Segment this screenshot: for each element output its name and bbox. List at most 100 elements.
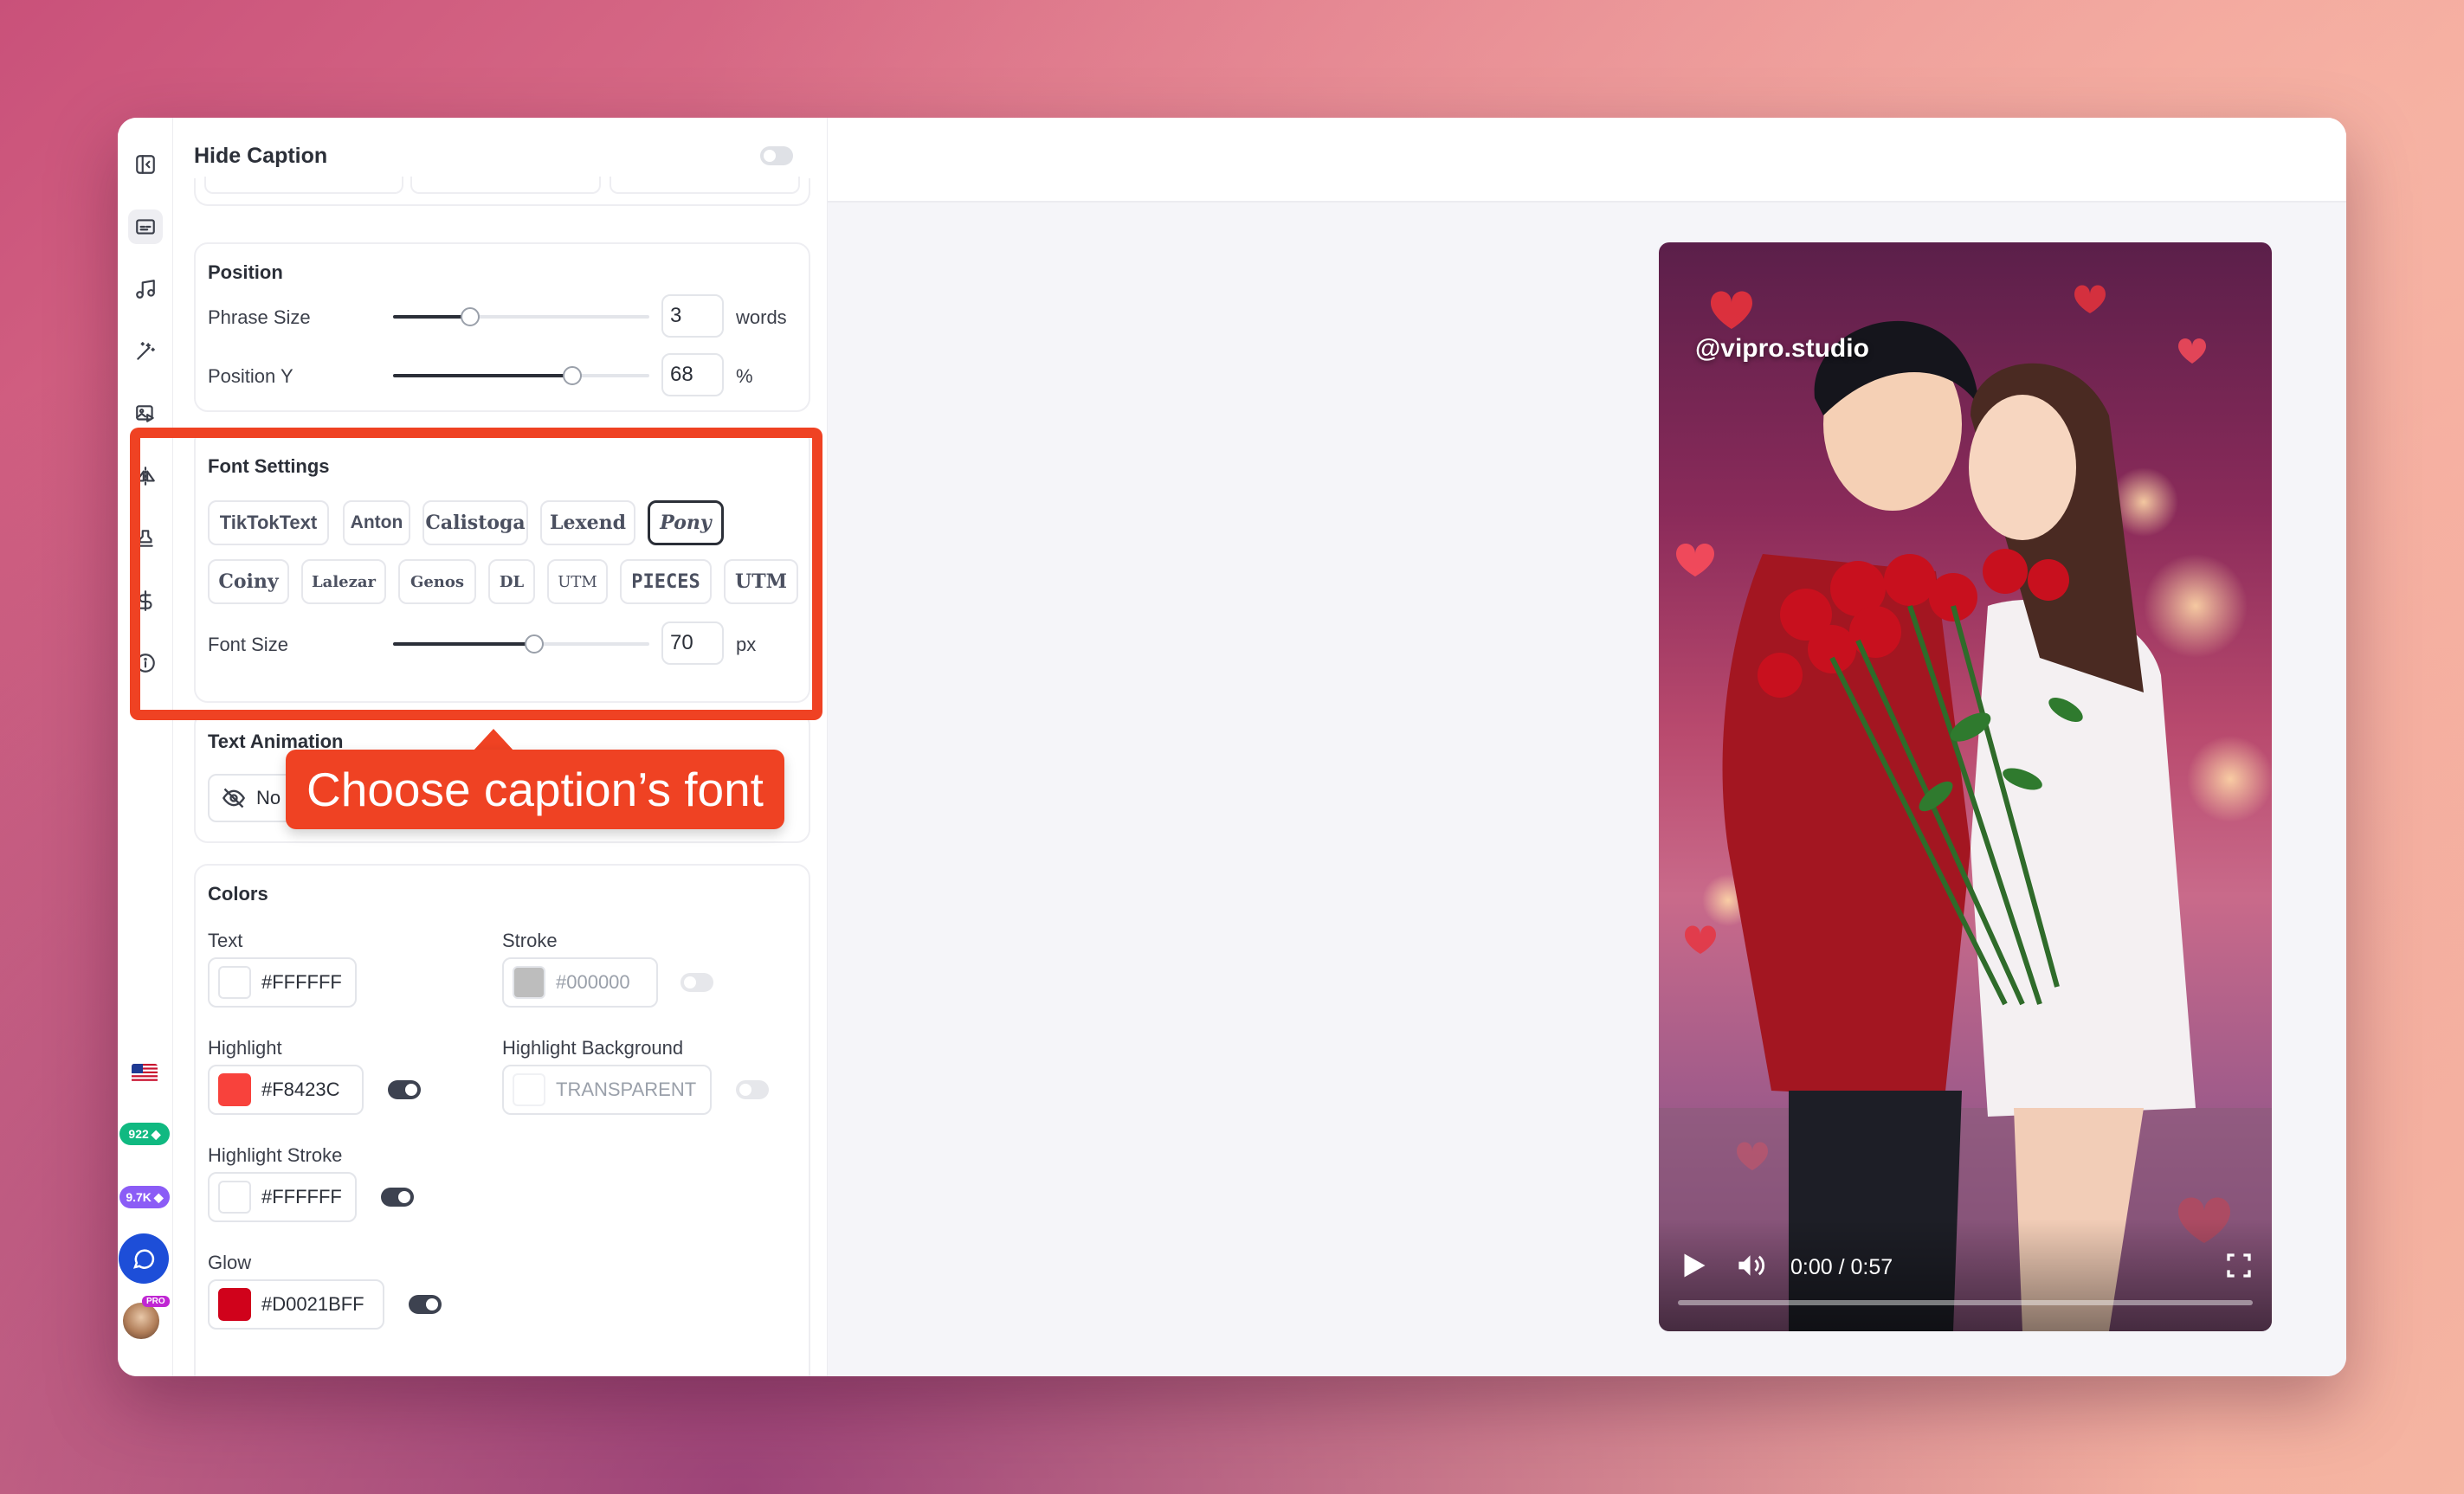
music-icon — [136, 280, 155, 299]
callout-arrow — [473, 729, 514, 751]
font-settings-card: Font Settings TikTokText Anton Calistoga… — [194, 428, 810, 703]
pricing-tab-button[interactable] — [128, 583, 163, 618]
text-color-swatch[interactable] — [218, 966, 251, 999]
highlight-color-field[interactable]: #F8423C — [208, 1065, 364, 1115]
slider-thumb[interactable] — [460, 307, 480, 326]
us-flag-icon[interactable] — [132, 1064, 158, 1083]
captions-tab-button[interactable] — [128, 209, 163, 244]
font-option-pieces[interactable]: PIECES — [620, 559, 712, 604]
slider-thumb[interactable] — [563, 366, 583, 385]
highlight-stroke-swatch[interactable] — [218, 1181, 251, 1214]
icon-rail: 922 ◆ 9.7K ◆ PRO — [118, 118, 173, 1376]
info-tab-button[interactable] — [128, 646, 163, 680]
highlight-stroke-toggle[interactable] — [381, 1188, 414, 1207]
font-settings-title: Font Settings — [208, 455, 330, 477]
highlight-background-toggle[interactable] — [736, 1080, 769, 1099]
font-option-pony[interactable]: Pony — [648, 500, 724, 545]
position-y-input[interactable]: 68 — [661, 353, 724, 396]
colors-card: Colors Text #FFFFFF Stroke #000000 Highl… — [194, 864, 810, 1376]
flip-icon — [136, 467, 155, 486]
video-controls: 0:00 / 0:57 — [1659, 1219, 2272, 1331]
font-option-utm-2[interactable]: UTM — [724, 559, 798, 604]
highlight-stroke-field[interactable]: #FFFFFF — [208, 1172, 357, 1222]
phrase-size-label: Phrase Size — [208, 306, 311, 328]
text-color-label: Text — [208, 930, 243, 951]
stroke-color-swatch[interactable] — [513, 966, 545, 999]
gem-icon: ◆ — [153, 1189, 164, 1204]
position-y-unit: % — [736, 365, 753, 387]
phrase-size-slider[interactable] — [393, 307, 649, 326]
font-option-dl[interactable]: DL — [488, 559, 535, 604]
volume-icon[interactable] — [1735, 1250, 1768, 1281]
preview-area: @vipro.studio 0:00 / 0:57 — [828, 118, 2346, 1376]
dollar-icon — [139, 590, 152, 611]
highlight-color-swatch[interactable] — [218, 1073, 251, 1106]
text-color-field[interactable]: #FFFFFF — [208, 957, 357, 1008]
phrase-size-input[interactable]: 3 — [661, 294, 724, 338]
font-option-coiny[interactable]: Coiny — [208, 559, 289, 604]
video-time: 0:00 / 0:57 — [1790, 1255, 1893, 1279]
collapse-sidebar-button[interactable] — [128, 147, 163, 182]
font-option-lexend[interactable]: Lexend — [540, 500, 635, 545]
glow-toggle[interactable] — [409, 1295, 442, 1314]
stroke-color-field[interactable]: #000000 — [502, 957, 658, 1008]
stroke-color-label: Stroke — [502, 930, 558, 951]
eye-off-icon — [222, 788, 246, 808]
font-option-lalezar[interactable]: Lalezar — [301, 559, 386, 604]
glow-label: Glow — [208, 1252, 252, 1273]
play-icon[interactable] — [1678, 1250, 1709, 1281]
video-watermark: @vipro.studio — [1695, 334, 1869, 363]
gem-icon: ◆ — [151, 1126, 161, 1141]
highlight-color-label: Highlight — [208, 1037, 282, 1059]
video-frame-illustration — [1659, 285, 2272, 1331]
position-card: Position Phrase Size 3 words Position Y … — [194, 242, 810, 412]
effects-tab-button[interactable] — [128, 334, 163, 369]
music-tab-button[interactable] — [128, 272, 163, 306]
highlight-background-field[interactable]: TRANSPARENT — [502, 1065, 712, 1115]
image-video-icon — [136, 405, 154, 422]
stamp-icon — [138, 530, 153, 547]
font-option-genos[interactable]: Genos — [398, 559, 476, 604]
colors-title: Colors — [208, 883, 268, 905]
slider-fill — [393, 315, 470, 319]
highlight-background-swatch[interactable] — [513, 1073, 545, 1106]
panel-title: Hide Caption — [194, 143, 328, 168]
stroke-toggle[interactable] — [681, 973, 713, 992]
sidebar-collapse-icon — [136, 155, 155, 174]
credits-badge-purple[interactable]: 9.7K ◆ — [119, 1186, 170, 1208]
magic-wand-icon — [137, 342, 155, 360]
glow-color-field[interactable]: #D0021BFF — [208, 1279, 384, 1330]
font-option-calistoga[interactable]: Calistoga — [422, 500, 528, 545]
font-size-input[interactable]: 70 — [661, 621, 724, 665]
video-player[interactable]: @vipro.studio 0:00 / 0:57 — [1659, 242, 2272, 1331]
phrase-size-unit: words — [736, 306, 787, 328]
chat-bubble-icon — [132, 1249, 155, 1269]
highlight-stroke-label: Highlight Stroke — [208, 1144, 343, 1166]
captions-icon — [136, 219, 155, 235]
slider-thumb[interactable] — [524, 634, 544, 654]
stamp-tab-button[interactable] — [128, 521, 163, 556]
slider-fill — [393, 642, 534, 646]
chat-button[interactable] — [119, 1233, 169, 1284]
highlight-background-label: Highlight Background — [502, 1037, 684, 1059]
position-y-label: Position Y — [208, 365, 293, 387]
position-y-slider[interactable] — [393, 366, 649, 385]
info-icon — [136, 654, 155, 673]
font-option-anton[interactable]: Anton — [343, 500, 410, 545]
media-tab-button[interactable] — [128, 396, 163, 431]
glow-color-swatch[interactable] — [218, 1288, 251, 1321]
animation-option-label: No — [256, 787, 281, 808]
tutorial-callout: Choose caption’s font — [286, 750, 784, 829]
font-size-slider[interactable] — [393, 634, 649, 654]
app-window: 922 ◆ 9.7K ◆ PRO Hide Caption Position Phr… — [118, 118, 2346, 1376]
highlight-toggle[interactable] — [388, 1080, 421, 1099]
transitions-tab-button[interactable] — [128, 459, 163, 493]
credits-badge-green[interactable]: 922 ◆ — [119, 1123, 170, 1145]
preview-toolbar — [828, 118, 2346, 203]
font-option-utm[interactable]: UTM — [547, 559, 608, 604]
hide-caption-toggle[interactable] — [760, 146, 793, 165]
video-progress-bar[interactable] — [1678, 1300, 2253, 1305]
fullscreen-icon[interactable] — [2225, 1252, 2253, 1279]
font-option-tiktoktext[interactable]: TikTokText — [208, 500, 329, 545]
previous-card-remnant — [194, 177, 810, 206]
